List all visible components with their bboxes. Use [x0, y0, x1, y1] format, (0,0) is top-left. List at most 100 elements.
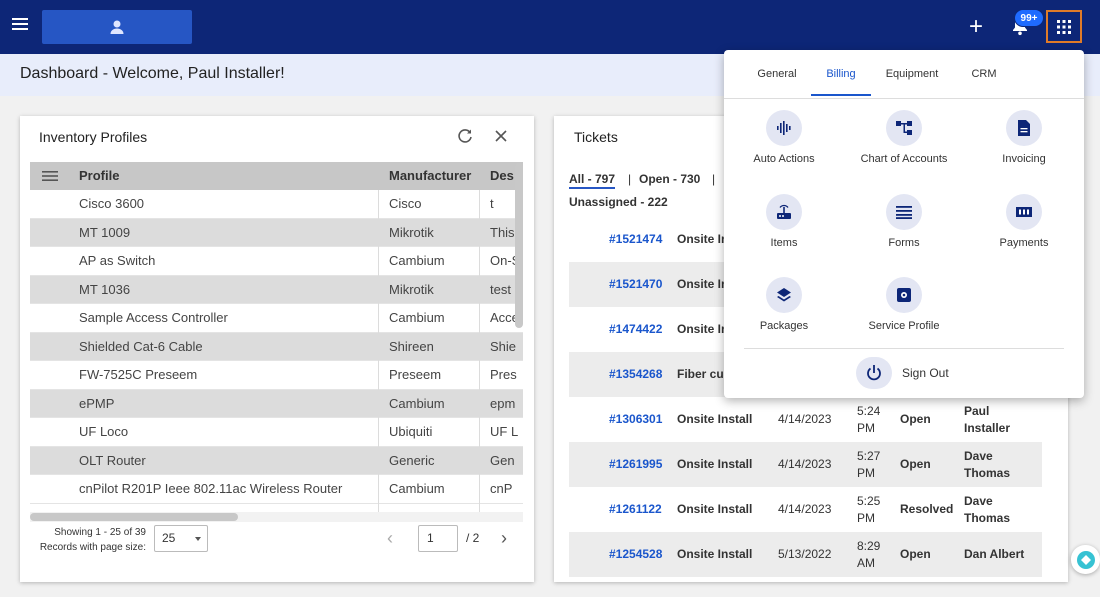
ticket-status: Open: [900, 457, 931, 471]
horizontal-scrollbar[interactable]: [30, 513, 238, 521]
filter-open[interactable]: Open - 730: [639, 172, 700, 186]
inventory-profiles-card: Inventory Profiles Profile Manufacturer …: [20, 116, 534, 582]
menu-item-label: Packages: [759, 320, 809, 332]
notification-badge: 99+: [1014, 9, 1044, 27]
ticket-id-link[interactable]: #1521474: [609, 217, 673, 262]
cell-profile: Cisco 3600: [79, 196, 145, 211]
menu-item-label: Invoicing: [1002, 153, 1046, 165]
ticket-id-link[interactable]: #1261995: [609, 442, 673, 487]
filter-separator: |: [628, 172, 632, 186]
card-title: Tickets: [574, 129, 618, 145]
column-header-profile[interactable]: Profile: [79, 162, 379, 190]
ticket-row[interactable]: #1306301 Onsite Install 4/14/2023 5:24 PM Op…: [569, 397, 1042, 442]
cell-manufacturer: Cisco: [389, 196, 422, 211]
table-row[interactable]: OLT Router Generic Gen: [30, 446, 523, 475]
previous-page-icon[interactable]: ‹: [387, 528, 401, 548]
close-icon[interactable]: [493, 128, 509, 144]
chevron-down-icon: [195, 537, 201, 541]
menu-item-auto-actions[interactable]: Auto Actions: [724, 110, 844, 180]
ticket-row[interactable]: #1254528 Onsite Install 5/13/2022 8:29 AM Op…: [569, 532, 1042, 577]
ticket-type: Onsite Install: [677, 412, 753, 426]
menu-item-packages[interactable]: Packages: [724, 277, 844, 347]
table-row[interactable]: FW-7525C Preseem Preseem Pres: [30, 361, 523, 390]
menu-item-items[interactable]: Items: [724, 194, 844, 264]
cell-manufacturer: Cambium: [389, 395, 445, 411]
top-navbar: + 99+: [0, 0, 1100, 54]
table-row[interactable]: ePMP Cambium epm: [30, 389, 523, 418]
pager-info: Showing 1 - 25 of 39 Records with page s…: [34, 525, 146, 555]
ticket-id-link[interactable]: #1354268: [609, 352, 673, 397]
column-menu-icon[interactable]: [30, 162, 70, 190]
ticket-time: 5:27 PM: [857, 448, 881, 480]
ticket-time: 5:25 PM: [857, 493, 881, 525]
cell-manufacturer: Mikrotik: [389, 281, 434, 297]
menu-item-label: Chart of Accounts: [860, 153, 948, 165]
cell-profile: Sample Access Controller: [79, 310, 228, 325]
user-profile-button[interactable]: [42, 10, 192, 44]
filter-unassigned[interactable]: Unassigned - 222: [569, 195, 668, 209]
cell-manufacturer: Shireen: [389, 338, 434, 354]
refresh-icon[interactable]: [457, 128, 473, 144]
ticket-assignee: Dan Albert: [964, 547, 1025, 561]
cell-manufacturer: Ubiquiti: [389, 424, 433, 439]
ticket-row[interactable]: #1261995 Onsite Install 4/14/2023 5:27 PM Op…: [569, 442, 1042, 487]
divider: [724, 98, 1084, 99]
page-title: Dashboard - Welcome, Paul Installer!: [20, 65, 285, 82]
cell-description: Gen: [490, 452, 515, 468]
table-row[interactable]: Sample Access Controller Cambium Acce: [30, 304, 523, 333]
menu-item-chart-of-accounts[interactable]: Chart of Accounts: [844, 110, 964, 180]
table-row[interactable]: cnPilot R201P Ieee 802.11ac Wireless Rou…: [30, 475, 523, 504]
inventory-grid: Profile Manufacturer Des Cisco 3600 Cisco…: [30, 162, 523, 516]
user-icon: [110, 20, 124, 34]
hamburger-menu-icon[interactable]: [12, 18, 28, 32]
add-icon[interactable]: +: [966, 15, 986, 39]
menu-item-label: Items: [770, 237, 798, 249]
menu-item-forms[interactable]: Forms: [844, 194, 964, 264]
cell-profile: ePMP: [79, 395, 115, 411]
table-row[interactable]: MT 1036 Mikrotik test: [30, 275, 523, 304]
table-row[interactable]: Cisco 3600 Cisco t: [30, 190, 523, 219]
tab-equipment[interactable]: Equipment: [878, 64, 946, 96]
ticket-id-link[interactable]: #1306301: [609, 397, 673, 442]
menu-item-payments[interactable]: Payments: [964, 194, 1084, 264]
ticket-row[interactable]: #1261122 Onsite Install 4/14/2023 5:25 PM Re…: [569, 487, 1042, 532]
vertical-scrollbar[interactable]: [515, 163, 523, 328]
menu-item-label: Auto Actions: [753, 153, 815, 165]
table-row[interactable]: MT 1009 Mikrotik This: [30, 218, 523, 247]
ticket-type: Onsite Install: [677, 547, 753, 561]
page-size-select[interactable]: 25: [154, 525, 208, 552]
cell-manufacturer: Preseem: [389, 367, 442, 382]
column-header-manufacturer[interactable]: Manufacturer: [389, 162, 484, 190]
cell-manufacturer: Cambium: [389, 253, 445, 268]
menu-item-invoicing[interactable]: Invoicing: [964, 110, 1084, 180]
ticket-date: 4/14/2023: [778, 457, 832, 471]
layers-icon: [777, 288, 791, 302]
document-icon: [1018, 120, 1030, 136]
ticket-id-link[interactable]: #1261122: [609, 487, 673, 532]
table-row[interactable]: Shielded Cat-6 Cable Shireen Shie: [30, 332, 523, 361]
ticket-id-link[interactable]: #1474422: [609, 307, 673, 352]
records-label: Records with page size:: [39, 542, 146, 553]
filter-all[interactable]: All - 797: [569, 172, 616, 189]
cell-manufacturer: Mikrotik: [389, 224, 434, 240]
table-row[interactable]: UF Loco Ubiquiti UF L: [30, 418, 523, 447]
tab-crm[interactable]: CRM: [962, 64, 1006, 96]
current-page-input[interactable]: 1: [418, 525, 458, 552]
money-icon: [1016, 207, 1032, 217]
menu-item-service-profile[interactable]: Service Profile: [844, 277, 964, 347]
router-icon: [777, 204, 791, 219]
tab-general[interactable]: General: [750, 64, 804, 96]
ticket-id-link[interactable]: #1254528: [609, 532, 673, 577]
next-page-icon[interactable]: ›: [501, 528, 515, 548]
column-divider: [378, 190, 379, 516]
apps-grid-icon[interactable]: [1046, 10, 1082, 43]
cell-description: epm: [490, 395, 516, 411]
chat-widget-icon[interactable]: [1071, 545, 1100, 574]
cell-manufacturer: Cambium: [389, 481, 445, 496]
tab-billing[interactable]: Billing: [811, 64, 871, 96]
table-row[interactable]: AP as Switch Cambium On-S: [30, 247, 523, 276]
grid-header: Profile Manufacturer Des: [30, 162, 523, 190]
ticket-id-link[interactable]: #1521470: [609, 262, 673, 307]
sign-out-button[interactable]: Sign Out: [856, 357, 966, 389]
ticket-assignee: Paul Installer: [964, 403, 1011, 435]
